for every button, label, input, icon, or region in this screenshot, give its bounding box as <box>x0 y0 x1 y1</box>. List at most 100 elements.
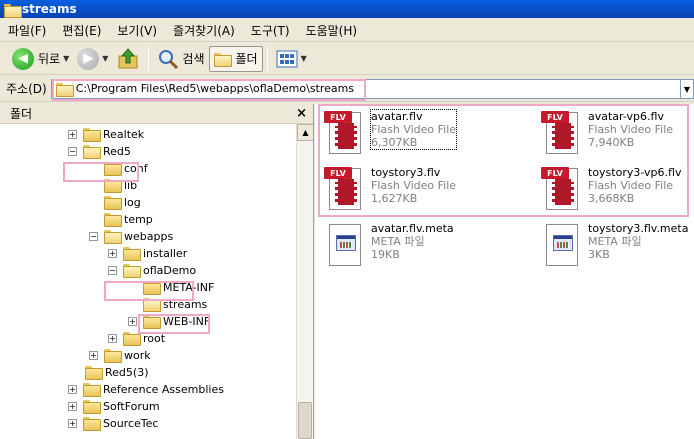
tree-item-conf[interactable]: conf <box>104 160 148 176</box>
scrollbar-thumb[interactable] <box>298 402 312 439</box>
tree-item-reference-assemblies[interactable]: + Reference Assemblies <box>68 381 224 397</box>
close-icon[interactable]: × <box>296 106 307 121</box>
tree-item-label: root <box>143 331 166 345</box>
file-item[interactable]: avatar.flv.meta META 파일 19KB <box>323 222 493 272</box>
toolbar-separator <box>266 46 268 71</box>
chevron-down-icon[interactable]: ▼ <box>301 54 307 63</box>
flv-icon: FLV <box>540 166 580 210</box>
tree-item-work[interactable]: + work <box>89 347 151 363</box>
folder-pane-header: 폴더 × <box>0 104 313 124</box>
chevron-down-icon[interactable]: ▼ <box>63 54 69 63</box>
tree-item-installer[interactable]: + installer <box>108 245 187 261</box>
flv-icon: FLV <box>540 110 580 154</box>
window-title: streams <box>22 2 77 16</box>
collapse-icon[interactable]: − <box>89 231 98 241</box>
tree-item-red5[interactable]: − Red5 <box>68 143 131 159</box>
tree-item-temp[interactable]: temp <box>104 211 153 227</box>
folder-icon <box>83 128 101 142</box>
expand-icon[interactable]: + <box>128 316 137 326</box>
collapse-icon[interactable]: − <box>108 265 117 275</box>
tree-item-sourcetec[interactable]: + SourceTec <box>68 415 158 431</box>
expand-icon[interactable]: + <box>68 129 77 139</box>
menu-edit[interactable]: 편집(E) <box>62 22 101 39</box>
tree-item-label: SoftForum <box>103 399 160 413</box>
forward-button[interactable]: ▶ ▼ <box>73 46 112 72</box>
folder-pane-scrollbar[interactable]: ▲ <box>296 124 313 439</box>
back-button[interactable]: ◀ 뒤로 ▼ <box>8 46 73 72</box>
folder-icon <box>143 281 161 295</box>
tree-item-web-inf[interactable]: + WEB-INF <box>128 313 210 329</box>
folder-icon <box>123 332 141 346</box>
collapse-icon[interactable]: − <box>68 146 77 156</box>
file-type: META 파일 <box>588 235 642 248</box>
expand-icon[interactable]: + <box>68 418 77 428</box>
file-size: 3KB <box>588 248 610 261</box>
tree-item-oflademo[interactable]: − oflaDemo <box>108 262 196 278</box>
folder-icon <box>83 400 101 414</box>
address-bar: 주소(D) C:\Program Files\Red5\webapps\ofla… <box>0 76 694 102</box>
meta-file-icon <box>323 222 363 266</box>
expand-icon[interactable]: + <box>108 333 117 343</box>
tree-item-lib[interactable]: lib <box>104 177 137 193</box>
tree-item-label: Realtek <box>103 127 145 141</box>
menu-view[interactable]: 보기(V) <box>117 22 157 39</box>
file-item[interactable]: FLV avatar-vp6.flv Flash Video File 7,94… <box>540 110 694 160</box>
tree-item-log[interactable]: log <box>104 194 141 210</box>
tree-item-webapps[interactable]: − webapps <box>89 228 173 244</box>
file-type: Flash Video File <box>371 179 457 192</box>
tree-item-label: log <box>124 195 141 209</box>
tree-item-label: Red5 <box>103 144 131 158</box>
tree-item-label: work <box>124 348 151 362</box>
folder-icon <box>104 179 122 193</box>
folder-icon <box>123 247 141 261</box>
menu-tools[interactable]: 도구(T) <box>251 22 290 39</box>
file-size: 19KB <box>371 248 400 261</box>
folder-pane: 폴더 × + Realtek − Red5 conf lib log temp − w… <box>0 104 314 439</box>
expand-icon[interactable]: + <box>89 350 98 360</box>
tree-item-meta-inf[interactable]: META-INF <box>143 279 214 295</box>
search-button[interactable]: 검색 <box>153 46 208 72</box>
flv-icon: FLV <box>323 110 363 154</box>
scroll-up-icon[interactable]: ▲ <box>297 124 313 141</box>
file-item[interactable]: toystory3.flv.meta META 파일 3KB <box>540 222 690 272</box>
file-name: avatar.flv <box>371 110 423 123</box>
expand-icon[interactable]: + <box>108 248 117 258</box>
folders-icon <box>213 52 232 67</box>
file-type: META 파일 <box>371 235 425 248</box>
expand-icon[interactable]: + <box>68 384 77 394</box>
address-input[interactable]: C:\Program Files\Red5\webapps\oflaDemo\s… <box>50 78 683 99</box>
tree-item-streams[interactable]: streams <box>143 296 207 312</box>
folder-icon <box>143 298 161 312</box>
up-folder-button[interactable] <box>112 46 144 72</box>
tree-item-realtek[interactable]: + Realtek <box>68 126 144 142</box>
folder-icon <box>104 162 122 176</box>
file-size: 6,307KB <box>371 136 418 149</box>
tree-item-label: Red5(3) <box>105 365 149 379</box>
meta-file-icon <box>540 222 580 266</box>
tree-item-root[interactable]: + root <box>108 330 165 346</box>
folder-icon <box>83 145 101 159</box>
folder-icon <box>4 3 22 18</box>
address-dropdown-button[interactable]: ▼ <box>680 79 694 99</box>
chevron-down-icon[interactable]: ▼ <box>102 54 108 63</box>
file-name: toystory3-vp6.flv <box>588 166 682 179</box>
expand-icon[interactable]: + <box>68 401 77 411</box>
tree-item-softforum[interactable]: + SoftForum <box>68 398 160 414</box>
file-item[interactable]: FLV toystory3-vp6.flv Flash Video File 3… <box>540 166 694 216</box>
menu-help[interactable]: 도움말(H) <box>306 22 358 39</box>
tree-item-label: installer <box>143 246 188 260</box>
search-icon <box>159 49 179 69</box>
tree-item-red5-3[interactable]: Red5(3) <box>85 364 148 380</box>
menu-bar: 파일(F) 편집(E) 보기(V) 즐겨찾기(A) 도구(T) 도움말(H) <box>0 20 694 42</box>
menu-file[interactable]: 파일(F) <box>8 22 46 39</box>
file-size: 7,940KB <box>588 136 635 149</box>
file-item[interactable]: FLV avatar.flv Flash Video File 6,307KB <box>323 109 493 160</box>
file-size: 1,627KB <box>371 192 418 205</box>
menu-favorites[interactable]: 즐겨찾기(A) <box>173 22 235 39</box>
toolbar: ◀ 뒤로 ▼ ▶ ▼ 검색 폴더 ▼ <box>0 43 694 75</box>
folder-tree: + Realtek − Red5 conf lib log temp − webapp… <box>0 124 313 439</box>
folders-button[interactable]: 폴더 <box>208 45 263 72</box>
views-button[interactable]: ▼ <box>272 46 311 72</box>
file-item[interactable]: FLV toystory3.flv Flash Video File 1,627… <box>323 166 493 216</box>
tree-item-label: Reference Assemblies <box>103 382 224 396</box>
